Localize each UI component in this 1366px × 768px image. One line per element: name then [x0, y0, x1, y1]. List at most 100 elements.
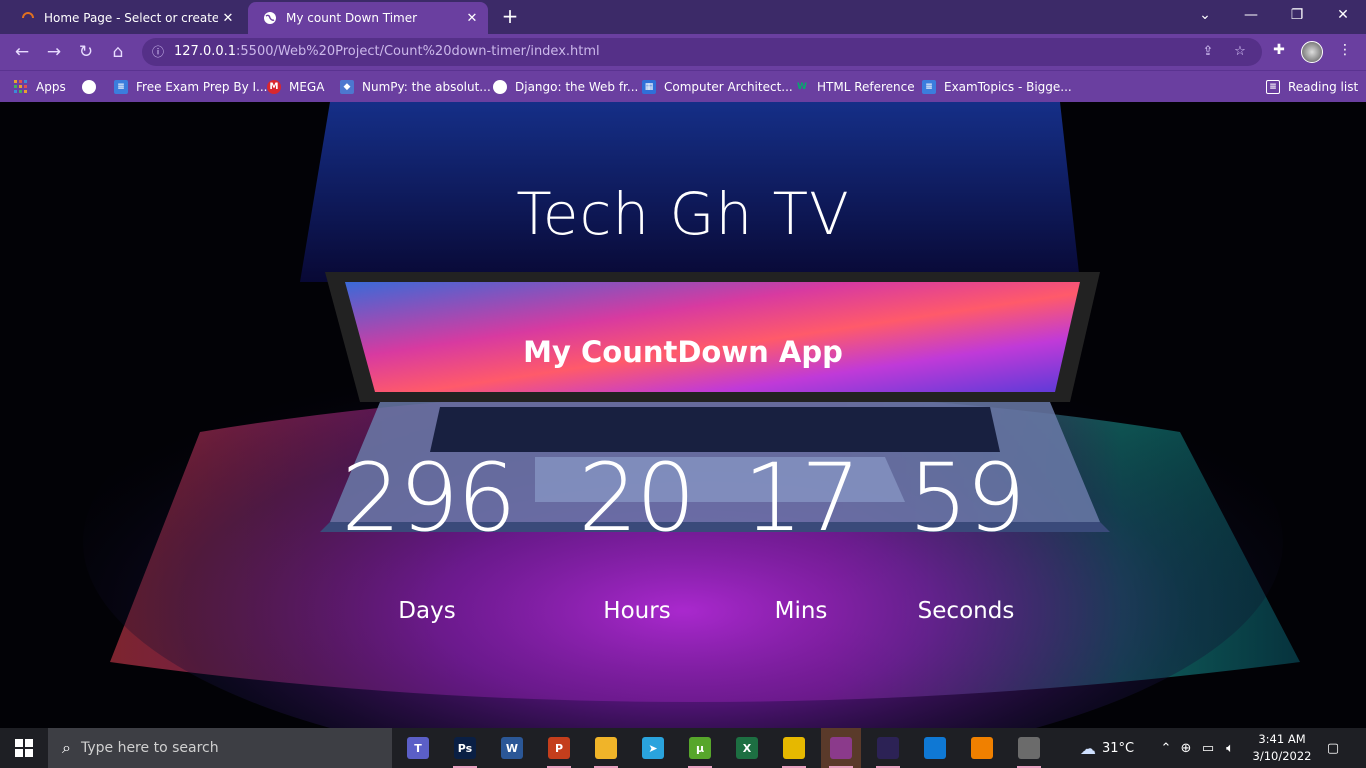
bookmark-django[interactable]: Django: the Web fr... [493, 78, 638, 96]
minimize-button[interactable]: — [1228, 0, 1274, 30]
profile-avatar[interactable] [1301, 41, 1323, 63]
calendar-icon: ▦ [642, 80, 656, 94]
tab-search-icon[interactable]: ⌄ [1182, 0, 1228, 30]
close-window-button[interactable]: ✕ [1320, 0, 1366, 30]
days-value: 296 [341, 444, 516, 553]
hours-value: 20 [578, 444, 696, 553]
telegram-icon: ➤ [642, 737, 664, 759]
restore-button[interactable]: ❐ [1274, 0, 1320, 30]
extensions-puzzle-icon[interactable]: ✚ [1268, 42, 1290, 64]
minutes-value: 17 [743, 444, 861, 553]
eclipse-taskbar-button[interactable] [868, 728, 908, 768]
taskbar-clock[interactable]: 3:41 AM 3/10/2022 [1246, 731, 1318, 765]
utorrent-icon: µ [689, 737, 711, 759]
back-arrow-icon[interactable]: ← [10, 40, 34, 64]
bookmark-numpy[interactable]: ◆ NumPy: the absolut... [340, 78, 491, 96]
reading-list-label: Reading list [1288, 80, 1359, 94]
utorrent-taskbar-button[interactable]: µ [680, 728, 720, 768]
vscode-taskbar-button[interactable] [915, 728, 955, 768]
powerpoint-taskbar-button[interactable]: P [539, 728, 579, 768]
word-icon: W [501, 737, 523, 759]
tab-home-page[interactable]: Home Page - Select or create a n ✕ [6, 2, 244, 34]
eclipse-icon [877, 737, 899, 759]
chevron-up-icon[interactable]: ⌃ [1157, 741, 1175, 756]
seconds-value: 59 [908, 444, 1026, 553]
tab-title: Home Page - Select or create a n [44, 11, 218, 25]
address-bar[interactable]: ⓘ 127.0.0.1:5500/Web%20Project/Count%20d… [142, 38, 1262, 66]
file-explorer-taskbar-button[interactable] [586, 728, 626, 768]
vlc-icon [971, 737, 993, 759]
bookmark-free-exam-prep[interactable]: ≡ Free Exam Prep By I... [114, 78, 267, 96]
tab-strip: Home Page - Select or create a n ✕ My co… [0, 0, 1366, 34]
windows-logo-icon [15, 739, 33, 757]
bookmarks-bar: Apps ≡ Free Exam Prep By I... M MEGA ◆ N… [0, 70, 1366, 102]
photoshop-taskbar-button[interactable]: Ps [445, 728, 485, 768]
reload-icon[interactable]: ↻ [74, 40, 98, 64]
url-host: 127.0.0.1 [174, 44, 237, 59]
excel-taskbar-button[interactable]: X [727, 728, 767, 768]
new-tab-button[interactable]: + [499, 6, 521, 28]
volume-icon[interactable]: 🔈︎ [1219, 741, 1241, 756]
bookmark-label: Computer Architect... [664, 80, 793, 94]
bookmark-label: Django: the Web fr... [515, 80, 639, 94]
menu-kebab-icon[interactable]: ⋮ [1334, 42, 1356, 64]
site-info-icon[interactable]: ⓘ [150, 44, 166, 60]
search-icon: ⌕ [62, 738, 71, 757]
url-path: :5500/Web%20Project/Count%20down-timer/i… [236, 44, 600, 59]
weather-widget[interactable]: ☁ 31°C [1080, 728, 1134, 768]
word-taskbar-button[interactable]: W [492, 728, 532, 768]
page-content: Tech Gh TV My CountDown App 296 20 17 59… [0, 102, 1366, 728]
chrome-icon [1018, 737, 1040, 759]
globe-icon [493, 80, 507, 94]
bookmark-label: Free Exam Prep By I... [136, 80, 268, 94]
bookmark-html-reference[interactable]: W HTML Reference [795, 78, 915, 96]
system-tray: ⌃ ⊕ ▭ 🔈︎ [1157, 728, 1241, 768]
search-placeholder: Type here to search [80, 740, 219, 756]
power-bi-icon [783, 737, 805, 759]
taskbar-search-box[interactable]: ⌕ Type here to search [48, 728, 392, 768]
bookmark-mega[interactable]: M MEGA [267, 78, 324, 96]
tab-title: My count Down Timer [286, 11, 418, 25]
bookmark-star-icon[interactable]: ☆ [1230, 42, 1250, 62]
power-bi-taskbar-button[interactable] [774, 728, 814, 768]
notification-icon[interactable]: ▢ [1322, 728, 1344, 768]
share-icon[interactable]: ⇪ [1198, 42, 1218, 62]
w3-icon: W [797, 82, 807, 92]
bookmark-globe[interactable] [82, 78, 104, 96]
battery-icon[interactable]: ▭ [1197, 741, 1219, 756]
excel-icon: X [736, 737, 758, 759]
weather-temperature: 31°C [1102, 740, 1135, 756]
browser-toolbar: ← → ↻ ⌂ ⓘ 127.0.0.1:5500/Web%20Project/C… [0, 34, 1366, 70]
teams-icon: T [407, 737, 429, 759]
windows-start-button[interactable] [0, 728, 48, 768]
bookmark-apps[interactable]: Apps [14, 78, 66, 96]
app-subtitle: My CountDown App [523, 335, 843, 369]
globe-icon [262, 10, 278, 26]
winrar-taskbar-button[interactable] [821, 728, 861, 768]
close-icon[interactable]: ✕ [218, 11, 238, 26]
cloud-icon: ☁ [1080, 738, 1096, 758]
tab-countdown-timer[interactable]: My count Down Timer ✕ [248, 2, 488, 34]
url-text[interactable]: 127.0.0.1:5500/Web%20Project/Count%20dow… [174, 44, 600, 59]
photoshop-icon: Ps [454, 737, 476, 759]
clock-time: 3:41 AM [1258, 732, 1306, 746]
close-icon[interactable]: ✕ [462, 11, 482, 26]
bookmark-label: HTML Reference [817, 80, 915, 94]
reading-list-button[interactable]: ≡ Reading list [1266, 78, 1358, 96]
home-icon[interactable]: ⌂ [106, 40, 130, 64]
bookmark-computer-architecture[interactable]: ▦ Computer Architect... [642, 78, 793, 96]
document-icon: ≡ [114, 80, 128, 94]
teams-taskbar-button[interactable]: T [398, 728, 438, 768]
document-icon: ≡ [922, 80, 936, 94]
chrome-taskbar-button[interactable] [1009, 728, 1049, 768]
page-title: Tech Gh TV [516, 180, 850, 248]
mega-icon: M [267, 80, 281, 94]
bookmark-examtopics[interactable]: ≡ ExamTopics - Bigge... [922, 78, 1072, 96]
bookmark-label: ExamTopics - Bigge... [944, 80, 1072, 94]
vlc-taskbar-button[interactable] [962, 728, 1002, 768]
language-globe-icon[interactable]: ⊕ [1175, 741, 1197, 756]
forward-arrow-icon[interactable]: → [42, 40, 66, 64]
telegram-taskbar-button[interactable]: ➤ [633, 728, 673, 768]
numpy-icon: ◆ [340, 80, 354, 94]
bookmark-label: NumPy: the absolut... [362, 80, 491, 94]
